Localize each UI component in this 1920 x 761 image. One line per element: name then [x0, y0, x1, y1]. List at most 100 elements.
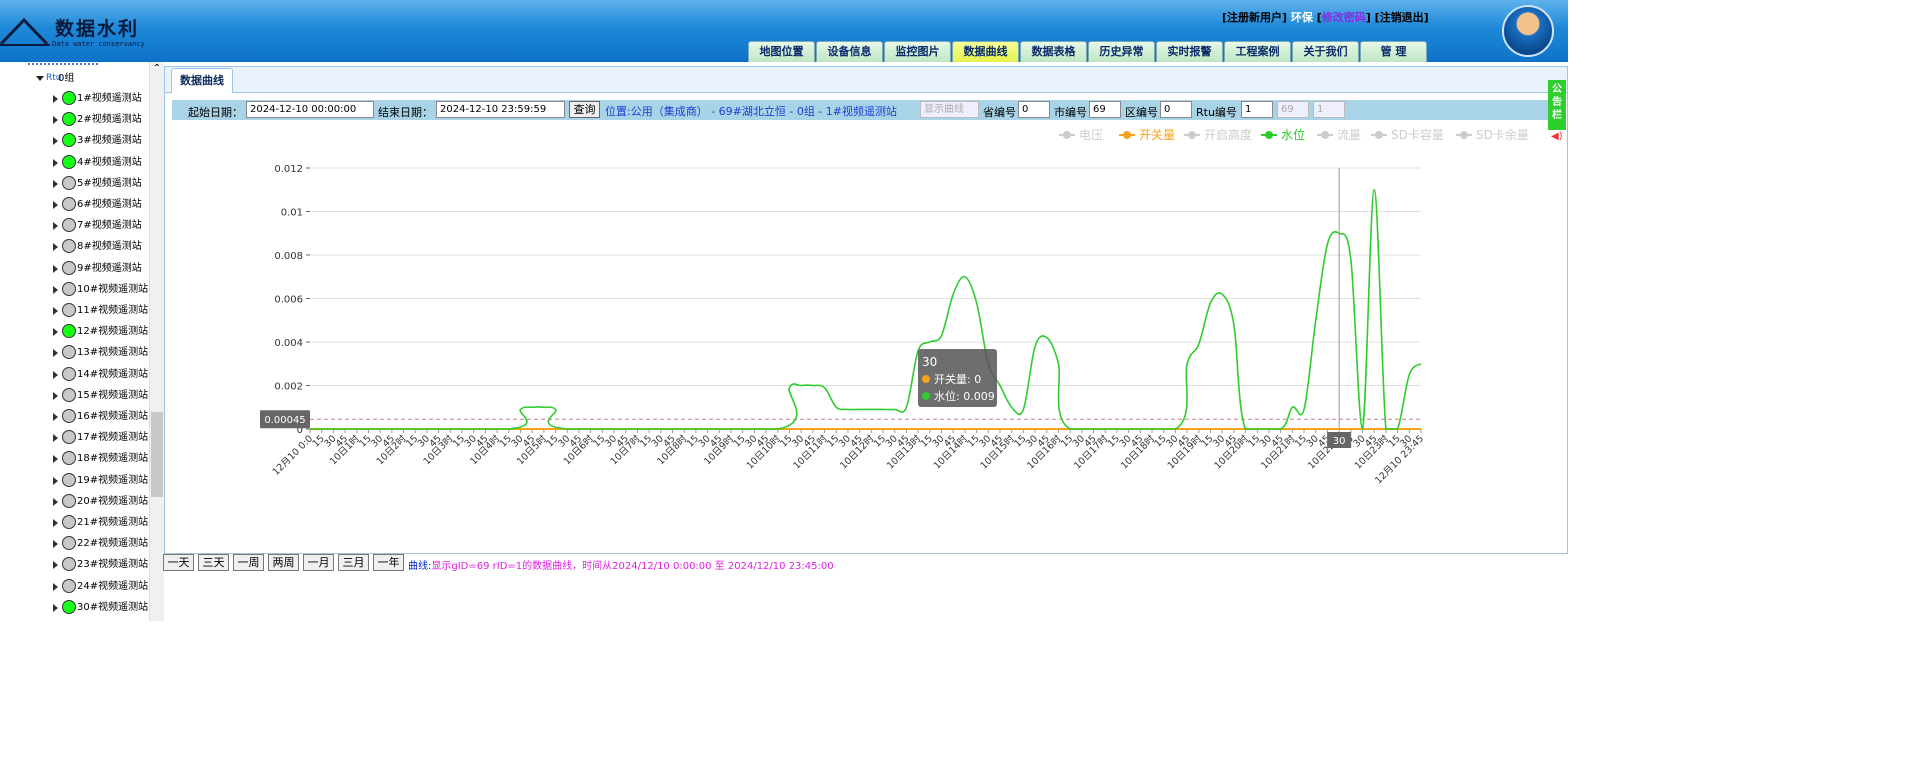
- show-curve-button[interactable]: 显示曲线: [920, 101, 979, 118]
- query-button[interactable]: 查询: [569, 101, 600, 118]
- location-path: 位置:公用（集成商） - 69#湖北立恒 - 0组 - 1#视频遥测站: [605, 105, 898, 118]
- legend-marker: [1063, 131, 1071, 139]
- y-axis: 00.0020.0040.0060.0080.010.012: [274, 164, 310, 436]
- curve-info-text: 显示gID=69 rID=1的数据曲线，时间从2024/12/10 0:00:0…: [431, 561, 834, 572]
- scroll-thumb[interactable]: [151, 412, 163, 497]
- header: 数据水利 Data water conservancy [注册新用户] 环保 […: [0, 0, 1568, 62]
- user-avatar-icon[interactable]: [1502, 5, 1554, 57]
- station-label: 10#视频遥测站: [77, 283, 149, 295]
- online-status-icon: [62, 324, 76, 339]
- offline-status-icon: [62, 493, 76, 508]
- province-input[interactable]: 0: [1018, 101, 1050, 118]
- collapsed-arrow-icon[interactable]: [53, 540, 58, 549]
- collapsed-arrow-icon[interactable]: [53, 116, 58, 125]
- collapsed-arrow-icon[interactable]: [53, 519, 58, 527]
- offline-status-icon: [62, 387, 76, 402]
- collapsed-arrow-icon[interactable]: [53, 158, 58, 167]
- offline-status-icon: [62, 303, 76, 317]
- legend-item[interactable]: 开关量: [1139, 128, 1175, 142]
- x-tick-label: 12月10 0:0: [271, 433, 316, 478]
- collapsed-arrow-icon[interactable]: [53, 434, 58, 443]
- collapsed-arrow-icon[interactable]: [53, 328, 58, 337]
- sidebar-scrollbar[interactable]: ⌃: [149, 62, 164, 621]
- range-button-0[interactable]: 一天: [163, 554, 194, 571]
- collapsed-arrow-icon[interactable]: [53, 476, 58, 485]
- curve-info: 曲线:显示gID=69 rID=1的数据曲线，时间从2024/12/10 0:0…: [408, 557, 834, 572]
- nav-tab-9[interactable]: 管 理: [1360, 41, 1427, 62]
- scroll-up-arrow-icon[interactable]: ⌃: [150, 62, 164, 76]
- y-tick-label: 0.002: [274, 382, 303, 393]
- expanded-arrow-icon[interactable]: [36, 76, 44, 81]
- collapsed-arrow-icon[interactable]: [53, 349, 58, 358]
- start-date-input[interactable]: 2024-12-10 00:00:00: [246, 101, 374, 118]
- district-input[interactable]: 0: [1160, 101, 1192, 118]
- collapsed-arrow-icon[interactable]: [53, 222, 58, 231]
- nav-tab-8[interactable]: 关于我们: [1292, 41, 1359, 62]
- register-link[interactable]: [注册新用户]: [1222, 11, 1287, 24]
- online-status-icon: [62, 91, 76, 105]
- collapsed-arrow-icon[interactable]: [53, 391, 58, 400]
- collapsed-arrow-icon[interactable]: [53, 370, 58, 379]
- collapsed-arrow-icon[interactable]: [53, 95, 58, 103]
- legend-item[interactable]: 水位: [1281, 127, 1305, 142]
- legend-item[interactable]: SD卡容量: [1391, 127, 1444, 142]
- collapsed-arrow-icon[interactable]: [53, 413, 58, 421]
- tooltip-switch-marker: [922, 375, 930, 383]
- collapsed-arrow-icon[interactable]: [53, 582, 58, 591]
- nav-tab-0[interactable]: 地图位置: [748, 41, 815, 62]
- collapsed-arrow-icon[interactable]: [53, 455, 58, 464]
- collapsed-arrow-icon[interactable]: [53, 603, 58, 612]
- collapsed-arrow-icon[interactable]: [53, 307, 58, 315]
- range-button-2[interactable]: 一周: [233, 554, 264, 571]
- collapsed-arrow-icon[interactable]: [53, 179, 58, 188]
- nav-tab-4[interactable]: 数据表格: [1020, 41, 1087, 62]
- collapsed-arrow-icon[interactable]: [53, 561, 58, 570]
- nav-tab-6[interactable]: 实时报警: [1156, 41, 1223, 62]
- collapsed-arrow-icon[interactable]: [53, 264, 58, 273]
- range-button-3[interactable]: 两周: [268, 554, 299, 571]
- curve-info-label: 曲线:: [408, 561, 432, 572]
- start-date-label: 起始日期：: [188, 106, 243, 119]
- offline-status-icon: [62, 218, 76, 233]
- legend-item[interactable]: 开启高度: [1204, 127, 1252, 142]
- station-label: 1#视频遥测站: [77, 93, 142, 104]
- tooltip-water-marker: [922, 392, 930, 400]
- station-label: 15#视频遥测站: [77, 389, 149, 401]
- city-input[interactable]: 69: [1089, 101, 1121, 118]
- data-curve-chart: 电压 开关量 开启高度 水位 流量 SD卡容量 SD卡余量 00.0020.0040.006…: [260, 127, 1529, 486]
- range-button-5[interactable]: 三月: [338, 554, 369, 571]
- legend-item[interactable]: 流量: [1337, 128, 1361, 142]
- logout-link[interactable]: [注销退出]: [1375, 11, 1429, 24]
- top-links: [注册新用户] 环保 [修改密码] [注销退出]: [1222, 9, 1429, 25]
- nav-tab-1[interactable]: 设备信息: [816, 41, 883, 62]
- legend-item[interactable]: SD卡余量: [1476, 127, 1529, 142]
- collapsed-arrow-icon[interactable]: [53, 285, 58, 294]
- station-label: 20#视频遥测站: [77, 495, 149, 507]
- logo-title: 数据水利: [55, 18, 140, 40]
- rtu-input[interactable]: 1: [1241, 101, 1273, 118]
- station-label: 22#视频遥测站: [77, 538, 149, 550]
- end-date-input[interactable]: 2024-12-10 23:59:59: [436, 101, 565, 118]
- range-button-4[interactable]: 一月: [303, 554, 334, 571]
- nav-tab-7[interactable]: 工程案例: [1224, 41, 1291, 62]
- range-button-6[interactable]: 一年: [373, 554, 404, 571]
- station-label: 7#视频遥测站: [77, 220, 142, 232]
- collapsed-arrow-icon[interactable]: [53, 201, 58, 209]
- offline-status-icon: [62, 260, 76, 275]
- threshold-label: 0.00045: [264, 415, 305, 426]
- nav-tab-3[interactable]: 数据曲线: [952, 41, 1019, 62]
- nav-tab-5[interactable]: 历史异常: [1088, 41, 1155, 62]
- chart-series: [309, 188, 1422, 431]
- tab-data-curve[interactable]: 数据曲线: [171, 68, 233, 93]
- collapsed-arrow-icon[interactable]: [53, 137, 58, 146]
- collapsed-arrow-icon[interactable]: [53, 497, 58, 506]
- offline-status-icon: [62, 409, 76, 423]
- y-tick-label: 0.004: [274, 338, 303, 349]
- change-password-link[interactable]: 修改密码: [1322, 11, 1366, 24]
- chart-grid: [310, 167, 1421, 430]
- nav-tab-2[interactable]: 监控图片: [884, 41, 951, 62]
- collapsed-arrow-icon[interactable]: [53, 243, 58, 252]
- legend-item[interactable]: 电压: [1079, 128, 1103, 142]
- range-button-1[interactable]: 三天: [198, 554, 229, 571]
- y-tick-label: 0.006: [274, 295, 303, 306]
